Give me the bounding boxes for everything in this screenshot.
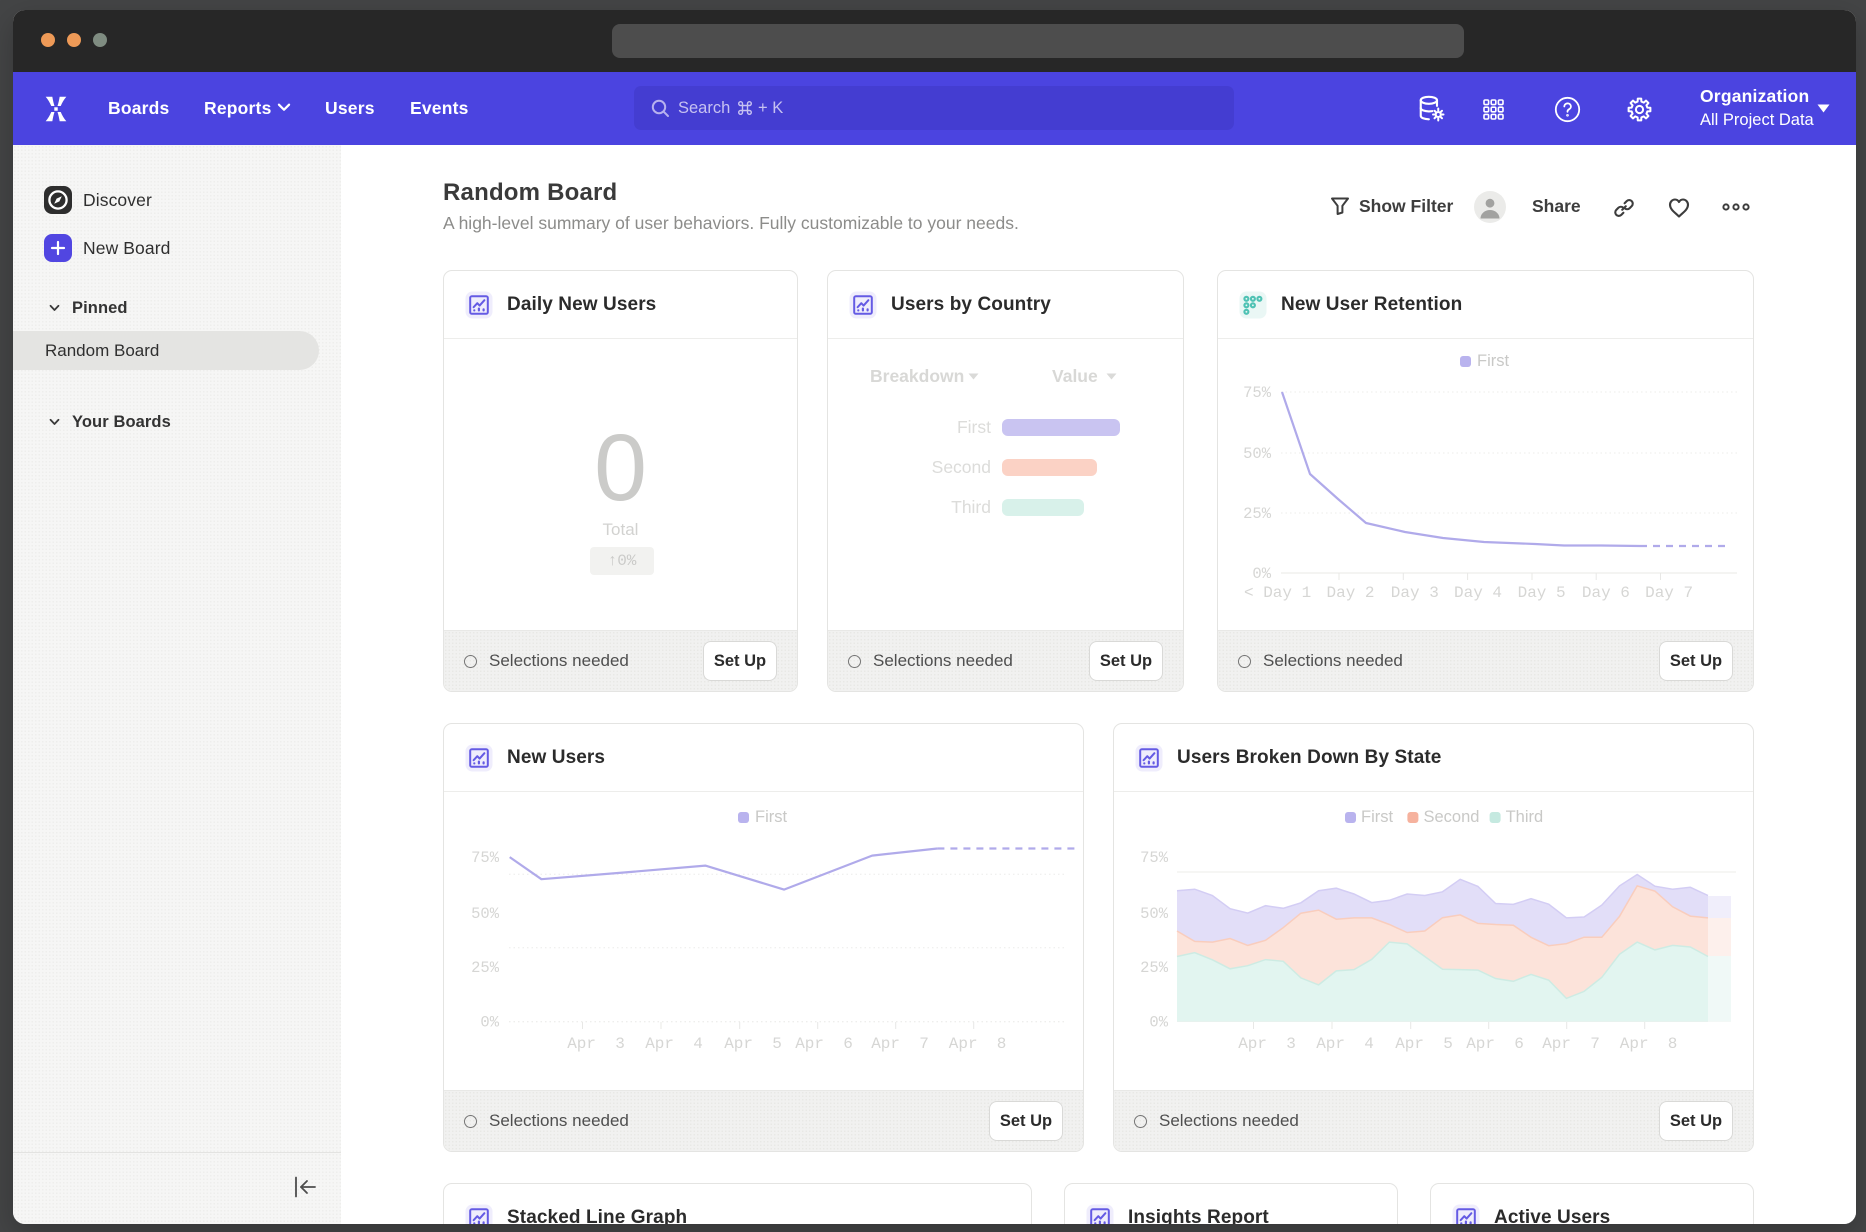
svg-text:Apr 6: Apr 6 [1466, 1035, 1524, 1053]
svg-text:Day 3: Day 3 [1391, 584, 1439, 602]
svg-text:Third: Third [1506, 808, 1544, 826]
svg-text:Day 7: Day 7 [1645, 584, 1693, 602]
svg-text:Apr 3: Apr 3 [1238, 1035, 1296, 1053]
svg-text:Apr 7: Apr 7 [1542, 1035, 1600, 1053]
svg-text:75%: 75% [471, 849, 500, 867]
svg-text:75%: 75% [1243, 384, 1272, 402]
svg-text:Apr 6: Apr 6 [795, 1035, 853, 1053]
svg-text:50%: 50% [1140, 905, 1169, 923]
svg-text:First: First [1477, 352, 1509, 370]
svg-text:Apr 7: Apr 7 [871, 1035, 929, 1053]
svg-text:Day 6: Day 6 [1582, 584, 1630, 602]
svg-text:75%: 75% [1140, 849, 1169, 867]
svg-text:< Day 1: < Day 1 [1244, 584, 1311, 602]
svg-text:Second: Second [1424, 808, 1480, 826]
svg-text:0%: 0% [1252, 565, 1271, 583]
svg-text:Apr 4: Apr 4 [645, 1035, 703, 1053]
svg-text:25%: 25% [471, 959, 500, 977]
svg-text:Day 5: Day 5 [1518, 584, 1566, 602]
svg-text:Day 4: Day 4 [1454, 584, 1502, 602]
svg-text:25%: 25% [1243, 505, 1272, 523]
svg-text:Apr 5: Apr 5 [1395, 1035, 1453, 1053]
svg-text:50%: 50% [1243, 445, 1272, 463]
svg-text:Apr 3: Apr 3 [567, 1035, 625, 1053]
svg-text:Apr 8: Apr 8 [1620, 1035, 1678, 1053]
svg-text:25%: 25% [1140, 959, 1169, 977]
svg-text:Apr 4: Apr 4 [1316, 1035, 1374, 1053]
svg-text:0%: 0% [1149, 1013, 1168, 1031]
svg-text:50%: 50% [471, 905, 500, 923]
svg-text:Day 2: Day 2 [1327, 584, 1375, 602]
svg-text:First: First [755, 808, 787, 826]
svg-text:0%: 0% [480, 1013, 499, 1031]
svg-text:Apr 8: Apr 8 [949, 1035, 1007, 1053]
svg-text:First: First [1361, 808, 1393, 826]
svg-text:Apr 5: Apr 5 [724, 1035, 782, 1053]
